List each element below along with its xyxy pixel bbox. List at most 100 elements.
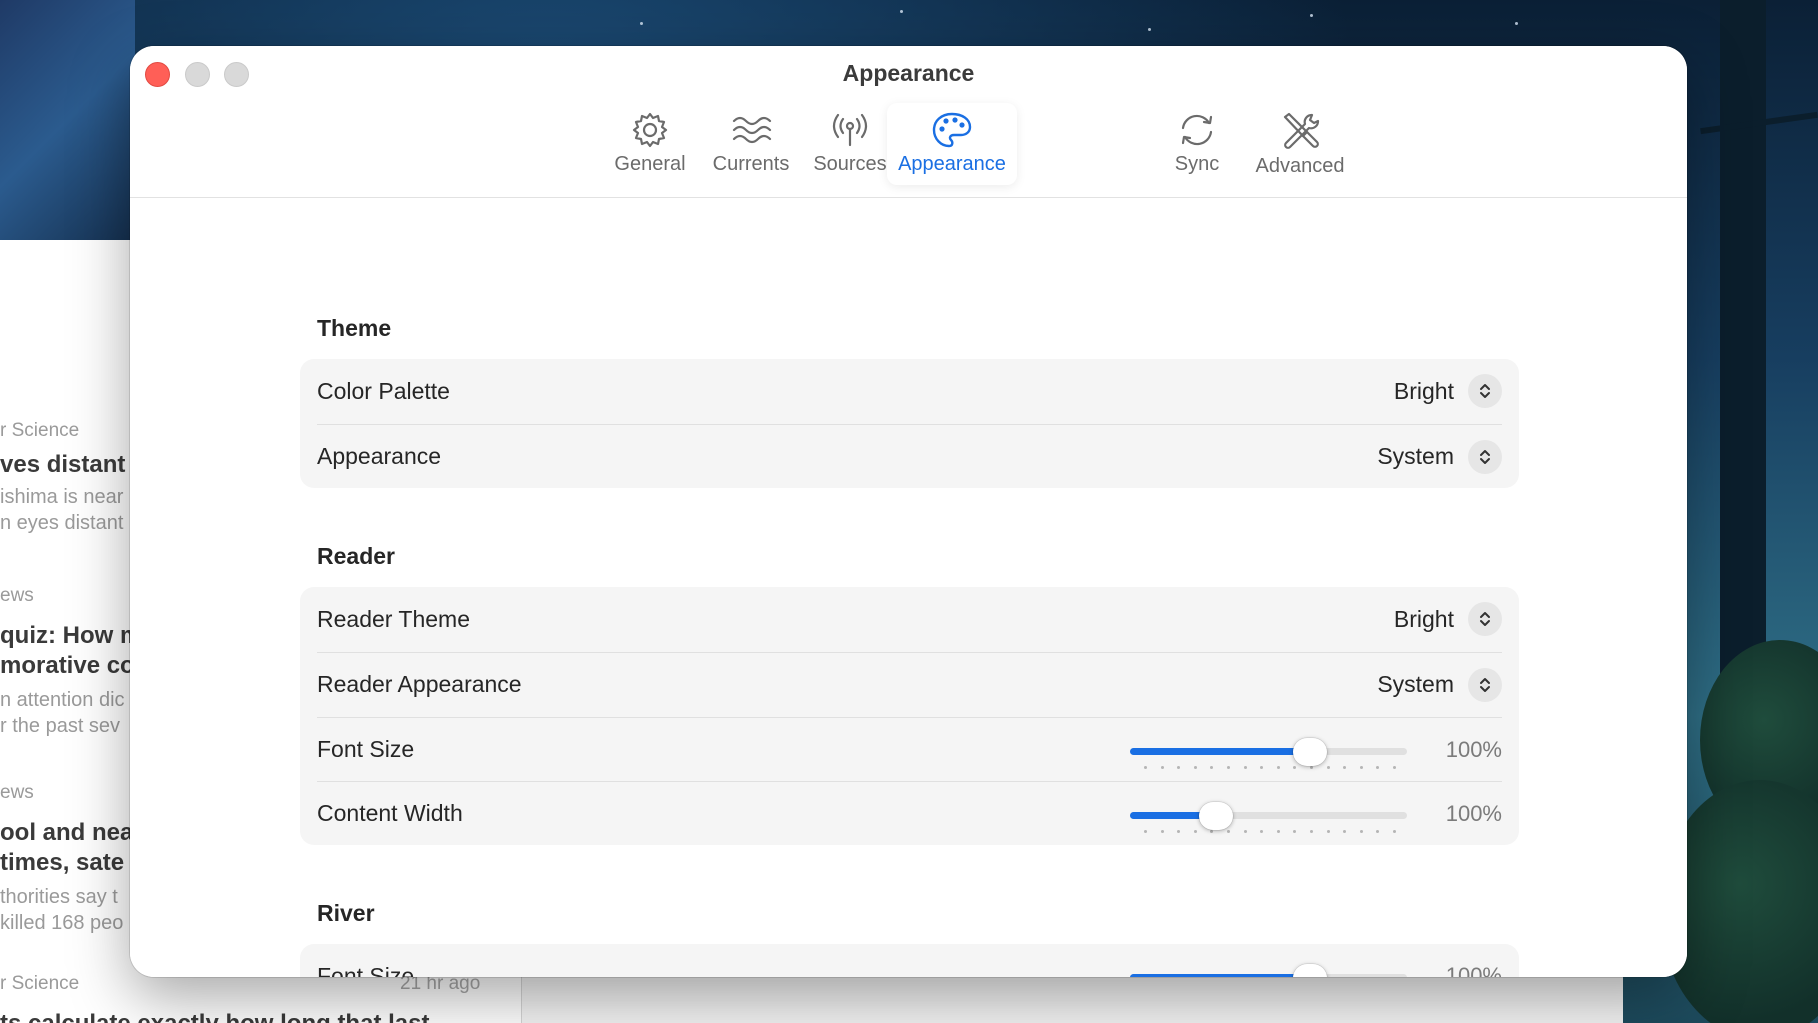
river-font-size-row: Font Size 100% xyxy=(317,944,1502,977)
reader-appearance-row: Reader Appearance System xyxy=(317,652,1502,716)
slider-tick xyxy=(1160,830,1164,833)
slider-tick xyxy=(1193,830,1197,833)
slider-tick xyxy=(1309,830,1313,833)
chevron-updown-icon xyxy=(1468,374,1502,408)
tab-label: Sync xyxy=(1174,153,1220,175)
slider-tick xyxy=(1160,766,1164,769)
reader-theme-label: Reader Theme xyxy=(317,605,470,632)
slider-knob[interactable] xyxy=(1293,738,1328,766)
tab-label: Appearance xyxy=(898,153,1006,175)
slider-tick xyxy=(1260,830,1264,833)
tools-icon xyxy=(1283,112,1320,149)
reader-theme-popup[interactable]: Bright xyxy=(1394,587,1502,651)
slider-tick xyxy=(1210,830,1214,833)
wallpaper-star xyxy=(1148,28,1151,31)
slider-tick xyxy=(1293,830,1297,833)
background-reading-pane xyxy=(521,975,1623,1023)
reader-font-size-row: Font Size 100% xyxy=(317,717,1502,781)
slider-tick xyxy=(1343,766,1347,769)
antenna-icon xyxy=(832,113,868,147)
slider-tick xyxy=(1276,830,1280,833)
slider-tick xyxy=(1392,766,1396,769)
slider-track xyxy=(1130,748,1407,755)
theme-group: Color Palette Bright Appearance System xyxy=(300,359,1519,488)
tab-label: Advanced xyxy=(1255,155,1345,177)
slider-tick xyxy=(1359,830,1363,833)
chevron-updown-icon xyxy=(1468,667,1502,702)
tab-currents[interactable]: Currents xyxy=(698,103,804,185)
slider-knob[interactable] xyxy=(1198,802,1233,830)
preferences-content: Theme Color Palette Bright Appearance Sy… xyxy=(130,198,1687,977)
tab-sync[interactable]: Sync xyxy=(1147,103,1247,185)
slider-tick xyxy=(1309,766,1313,769)
color-palette-label: Color Palette xyxy=(317,377,450,404)
slider-tick xyxy=(1293,766,1297,769)
reader-theme-row: Reader Theme Bright xyxy=(317,587,1502,651)
chevron-updown-icon xyxy=(1468,439,1502,474)
section-title-theme: Theme xyxy=(317,315,392,341)
slider-track xyxy=(1130,812,1407,819)
slider-ticks xyxy=(1144,766,1396,770)
slider-tick xyxy=(1276,766,1280,769)
slider-tick xyxy=(1376,766,1380,769)
window-title: Appearance xyxy=(842,60,975,86)
slider-knob[interactable] xyxy=(1293,964,1328,977)
slider-tick xyxy=(1243,766,1247,769)
tab-advanced[interactable]: Advanced xyxy=(1245,103,1355,185)
appearance-row: Appearance System xyxy=(317,424,1502,488)
river-font-size-slider[interactable]: 100% xyxy=(1130,944,1502,977)
wallpaper-star xyxy=(900,10,903,13)
color-palette-popup[interactable]: Bright xyxy=(1394,359,1502,423)
tab-label: General xyxy=(614,153,686,175)
slider-value: 100% xyxy=(1445,963,1502,977)
slider-tick xyxy=(1343,830,1347,833)
section-title-river: River xyxy=(317,900,375,926)
reader-font-size-slider[interactable]: 100% xyxy=(1130,718,1502,781)
appearance-label: Appearance xyxy=(317,443,442,469)
preferences-window: Appearance General Currents Sources Appe… xyxy=(130,46,1687,977)
wallpaper-star xyxy=(640,22,643,25)
popup-value: System xyxy=(1377,443,1454,469)
slider-tick xyxy=(1193,766,1197,769)
slider-fill xyxy=(1130,748,1311,755)
wallpaper-star xyxy=(1310,14,1313,17)
chevron-updown-icon xyxy=(1468,602,1502,636)
slider-value: 100% xyxy=(1445,737,1502,762)
slider-tick xyxy=(1144,766,1147,769)
popup-value: System xyxy=(1377,671,1454,697)
reader-content-width-row: Content Width 100% xyxy=(317,781,1502,845)
tab-general[interactable]: General xyxy=(600,103,700,185)
section-title-reader: Reader xyxy=(317,543,395,569)
slider-tick xyxy=(1326,830,1330,833)
wallpaper-star xyxy=(1515,22,1518,25)
slider-tick xyxy=(1177,766,1181,769)
slider-tick xyxy=(1210,766,1214,769)
appearance-popup[interactable]: System xyxy=(1377,425,1502,488)
news-headline: ts calculate exactly how long that last xyxy=(0,1009,500,1023)
slider-tick xyxy=(1144,830,1147,833)
slider-tick xyxy=(1226,766,1230,769)
slider-ticks xyxy=(1144,830,1396,834)
palette-icon xyxy=(932,112,972,148)
waves-icon xyxy=(732,116,772,144)
slider-track xyxy=(1130,974,1407,977)
news-item[interactable]: r Science 21 hr ago ts calculate exactly… xyxy=(0,973,500,1023)
content-width-slider[interactable]: 100% xyxy=(1130,782,1502,845)
reader-font-size-label: Font Size xyxy=(317,736,415,762)
slider-tick xyxy=(1243,830,1247,833)
tab-appearance[interactable]: Appearance xyxy=(887,103,1017,185)
popup-value: Bright xyxy=(1393,605,1454,632)
slider-tick xyxy=(1226,830,1230,833)
tab-label: Currents xyxy=(712,153,790,175)
color-palette-row: Color Palette Bright xyxy=(317,359,1502,423)
reader-appearance-popup[interactable]: System xyxy=(1377,653,1502,716)
river-font-size-label: Font Size xyxy=(317,962,415,978)
slider-fill xyxy=(1130,974,1311,977)
slider-tick xyxy=(1177,830,1181,833)
slider-tick xyxy=(1359,766,1363,769)
slider-tick xyxy=(1260,766,1264,769)
sync-icon xyxy=(1181,114,1213,146)
popup-value: Bright xyxy=(1393,377,1454,404)
slider-tick xyxy=(1326,766,1330,769)
window-toolbar: Appearance General Currents Sources Appe… xyxy=(130,46,1687,198)
